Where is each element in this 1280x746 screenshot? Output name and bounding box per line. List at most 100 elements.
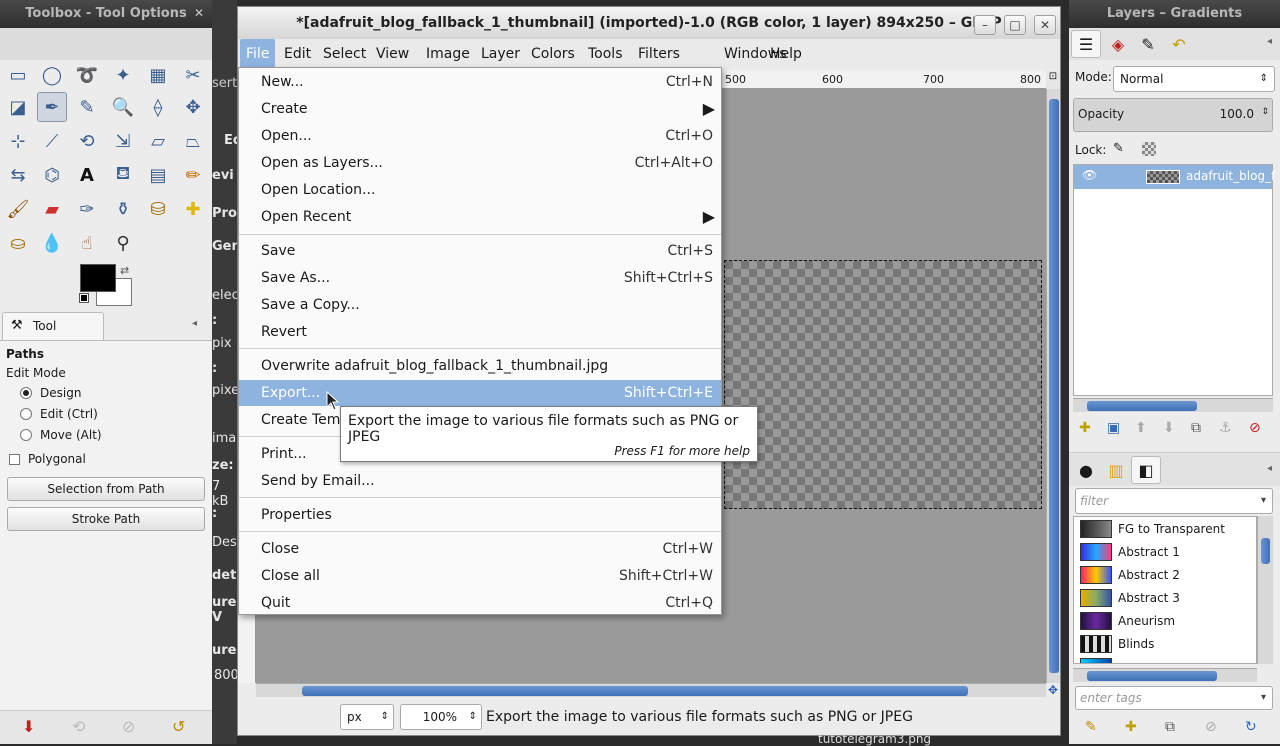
text-tool-icon[interactable]: A — [72, 160, 102, 190]
navigate-icon[interactable]: ✥ — [1046, 683, 1060, 697]
menu-item-open[interactable]: Open... Ctrl+O — [239, 123, 721, 149]
delete-layer-icon[interactable]: ⊘ — [1249, 420, 1261, 436]
menu-help[interactable]: Help — [764, 39, 808, 69]
gradients-hscroll-thumb[interactable] — [1087, 671, 1217, 681]
gradients-vscrollbar[interactable] — [1257, 516, 1273, 664]
gradient-item[interactable]: Blinds — [1076, 633, 1254, 655]
eraser-icon[interactable]: ▰ — [37, 194, 67, 224]
menu-item-properties[interactable]: Properties — [239, 502, 721, 528]
refresh-gradients-icon[interactable]: ↻ — [1245, 719, 1257, 735]
menu-tools[interactable]: Tools — [582, 39, 629, 69]
foreground-select-icon[interactable]: ◪ — [3, 92, 33, 122]
default-colors-icon[interactable] — [79, 293, 89, 303]
bucket-fill-icon[interactable]: ⛾ — [108, 160, 138, 190]
maximize-button[interactable]: □ — [1004, 15, 1026, 35]
close-button[interactable]: ✕ — [1034, 15, 1056, 35]
fuzzy-select-icon[interactable]: ✦ — [108, 60, 138, 90]
measure-icon[interactable]: ⟠ — [143, 92, 173, 122]
gradients-vscroll-thumb[interactable] — [1261, 538, 1270, 564]
selection-from-path-button[interactable]: Selection from Path — [7, 477, 205, 501]
toolbox-titlebar[interactable]: Toolbox - Tool Options — [0, 0, 212, 28]
ink-icon[interactable]: ⚱ — [108, 194, 138, 224]
rotate-icon[interactable]: ⟲ — [72, 126, 102, 156]
reset-options-icon[interactable]: ↺ — [172, 717, 185, 736]
menu-item-overwrite[interactable]: Overwrite adafruit_blog_fallback_1_thumb… — [239, 353, 721, 379]
save-options-icon[interactable]: ⬇ — [22, 717, 35, 736]
layers-hscrollbar[interactable] — [1073, 398, 1273, 412]
mode-move-radio[interactable]: Move (Alt) — [20, 428, 102, 442]
new-group-icon[interactable]: ▣ — [1107, 420, 1120, 436]
mode-edit-radio[interactable]: Edit (Ctrl) — [20, 407, 98, 421]
layers-tab-icon[interactable]: ☰ — [1071, 30, 1101, 58]
menu-item-export[interactable]: Export... Shift+Ctrl+E — [239, 380, 721, 406]
duplicate-gradient-icon[interactable]: ⧉ — [1165, 719, 1175, 735]
image-window-titlebar[interactable]: *[adafruit_blog_fallback_1_thumbnail] (i… — [238, 7, 1060, 39]
mode-select[interactable]: Normal ⇕ — [1113, 66, 1275, 92]
delete-gradient-icon[interactable]: ⊘ — [1205, 719, 1217, 735]
paths-tool-icon[interactable]: ✒ — [37, 92, 67, 122]
unit-selector[interactable]: px ⇕ — [340, 704, 394, 730]
delete-options-icon[interactable]: ⊘ — [122, 717, 135, 736]
panel-menu-icon[interactable]: ◂ — [192, 318, 197, 329]
menu-item-close[interactable]: Close Ctrl+W — [239, 536, 721, 562]
anchor-layer-icon[interactable]: ⚓ — [1219, 420, 1232, 436]
gradients-hscrollbar[interactable] — [1073, 668, 1257, 682]
menu-item-save[interactable]: Save Ctrl+S — [239, 238, 721, 264]
menu-item-quit[interactable]: Quit Ctrl+Q — [239, 590, 721, 616]
align-icon[interactable]: ⊹ — [3, 126, 33, 156]
channels-tab-icon[interactable]: ◈ — [1103, 30, 1133, 58]
dock-titlebar[interactable]: Layers – Gradients — [1069, 0, 1280, 28]
paths-tab-icon[interactable]: ✎ — [1133, 30, 1163, 58]
undo-history-tab-icon[interactable]: ↶ — [1164, 30, 1194, 58]
gradient-item[interactable]: Abstract 1 — [1076, 541, 1254, 563]
menu-select[interactable]: Select — [317, 39, 372, 69]
blur-sharpen-icon[interactable]: 💧 — [37, 228, 67, 258]
gradient-item[interactable]: Aneurism — [1076, 610, 1254, 632]
vertical-scrollbar[interactable] — [1046, 89, 1060, 683]
swap-colors-icon[interactable]: ⇄ — [120, 264, 129, 277]
menu-item-open-recent[interactable]: Open Recent ▶ — [239, 204, 721, 230]
rect-select-icon[interactable]: ▭ — [3, 60, 33, 90]
dodge-burn-icon[interactable]: ⚲ — [108, 228, 138, 258]
patterns-tab-icon[interactable]: ▥ — [1101, 456, 1131, 484]
opacity-slider[interactable]: Opacity 100.0 ⇕ — [1073, 98, 1273, 132]
dock-menu-icon[interactable]: ◂ — [1267, 36, 1272, 47]
smudge-icon[interactable]: ☝ — [72, 228, 102, 258]
flip-icon[interactable]: ⇆ — [3, 160, 33, 190]
polygonal-checkbox[interactable]: Polygonal — [9, 452, 86, 466]
zoom-selector[interactable]: 100% ⇕ — [400, 704, 482, 730]
cage-transform-icon[interactable]: ⌬ — [37, 160, 67, 190]
menu-item-new[interactable]: New... Ctrl+N — [239, 69, 721, 95]
pencil-icon[interactable]: ✏ — [178, 160, 208, 190]
stroke-path-button[interactable]: Stroke Path — [7, 507, 205, 531]
raise-layer-icon[interactable]: ⬆ — [1135, 420, 1147, 436]
tags-input[interactable]: enter tags ▾ — [1075, 686, 1273, 710]
menu-edit[interactable]: Edit — [278, 39, 317, 69]
new-layer-icon[interactable]: ✚ — [1079, 420, 1091, 436]
layers-hscroll-thumb[interactable] — [1087, 401, 1197, 411]
menu-item-open-location[interactable]: Open Location... — [239, 177, 721, 203]
zoom-to-fit-icon[interactable]: ⊡ — [1046, 71, 1060, 89]
move-icon[interactable]: ✥ — [178, 92, 208, 122]
perspective-clone-icon[interactable]: ⛀ — [3, 228, 33, 258]
menu-filters[interactable]: Filters — [632, 39, 686, 69]
gradient-filter-input[interactable]: filter ▾ — [1075, 488, 1273, 514]
duplicate-layer-icon[interactable]: ⧉ — [1191, 420, 1201, 436]
minimize-button[interactable]: – — [974, 15, 996, 35]
menu-item-open-as-layers[interactable]: Open as Layers... Ctrl+Alt+O — [239, 150, 721, 176]
heal-icon[interactable]: ✚ — [178, 194, 208, 224]
vertical-scroll-thumb[interactable] — [1049, 99, 1059, 673]
horizontal-scroll-thumb[interactable] — [302, 686, 968, 696]
menu-view[interactable]: View — [370, 39, 415, 69]
menu-colors[interactable]: Colors — [525, 39, 581, 69]
layer-visibility-icon[interactable]: 👁 — [1082, 168, 1097, 182]
perspective-icon[interactable]: ⏢ — [178, 126, 208, 156]
mode-design-radio[interactable]: Design — [20, 386, 81, 400]
lock-alpha-icon[interactable] — [1142, 142, 1156, 156]
crop-icon[interactable]: ⟋ — [37, 126, 67, 156]
menu-item-send-by-email[interactable]: Send by Email... — [239, 468, 721, 494]
horizontal-scrollbar[interactable] — [256, 683, 1046, 697]
airbrush-icon[interactable]: ✑ — [72, 194, 102, 224]
gradient-item-partial[interactable] — [1076, 656, 1254, 663]
lock-pixels-icon[interactable]: ✎ — [1113, 141, 1124, 156]
